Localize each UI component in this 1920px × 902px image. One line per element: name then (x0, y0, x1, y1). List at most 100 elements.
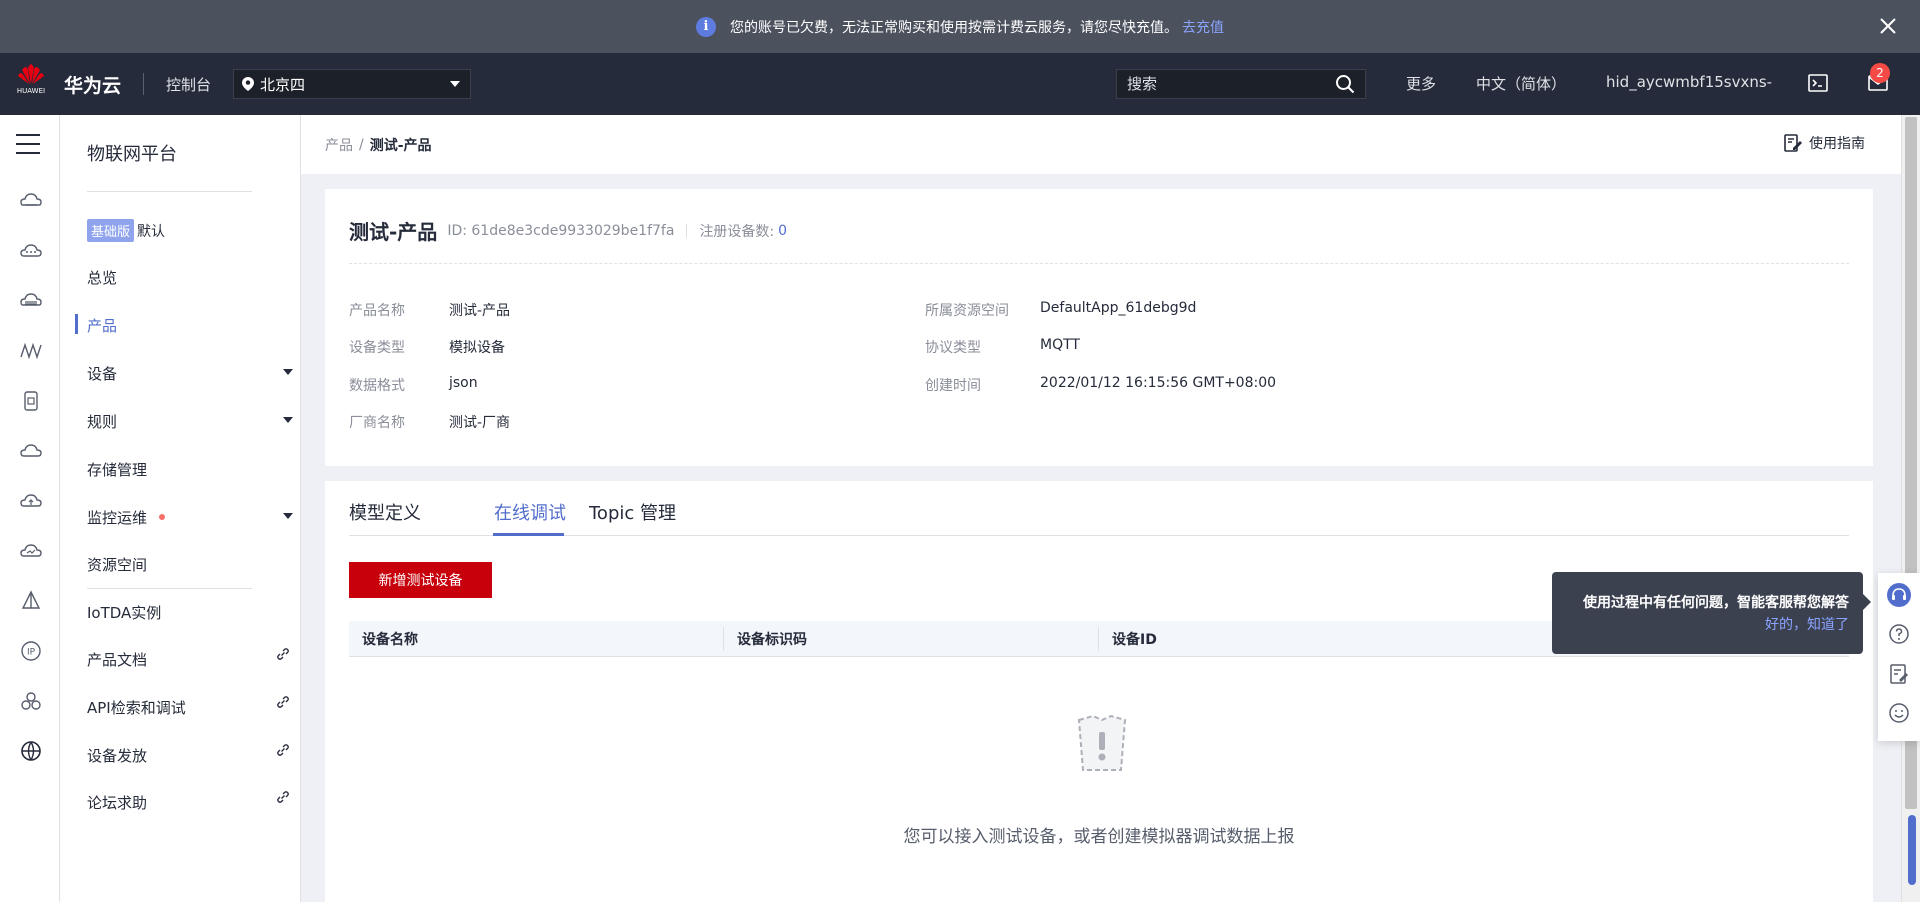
tab-model-definition[interactable]: 模型定义 (349, 499, 421, 525)
field-created-time: 创建时间 2022/01/12 16:15:56 GMT+08:00 (925, 375, 1276, 395)
scroll-indicator[interactable] (1908, 815, 1916, 885)
sidebar-item-iotda-instance[interactable]: IoTDA实例 (87, 601, 287, 623)
brand-name[interactable]: 华为云 (64, 71, 121, 98)
sidebar-item-label: 规则 (87, 412, 118, 431)
debug-card: 模型定义 在线调试 Topic 管理 新增测试设备 设备名称 设备标识码 设备I… (325, 481, 1873, 902)
field-value: 测试-厂商 (449, 415, 511, 431)
more-menu[interactable]: 更多 (1406, 73, 1436, 94)
device-count[interactable]: 0 (778, 223, 787, 239)
field-label: 设备类型 (349, 340, 405, 356)
cloud-upload-icon[interactable] (19, 489, 43, 513)
product-id: ID: 61de8e3cde9933029be1f7fa (447, 222, 675, 239)
sidebar-item-device-provisioning[interactable]: 设备发放 (87, 744, 289, 766)
field-label: 数据格式 (349, 378, 405, 394)
empty-state-icon (1077, 714, 1127, 771)
search-icon[interactable] (1335, 74, 1355, 94)
recharge-link[interactable]: 去充值 (1182, 17, 1224, 37)
sidebar-item-label: 资源空间 (87, 555, 148, 574)
floating-toolbar (1878, 573, 1920, 741)
sidebar-item-label: 设备发放 (87, 746, 148, 765)
sidebar-item-products[interactable]: 产品 (87, 314, 287, 336)
edition-name: 默认 (137, 223, 166, 240)
cluster-icon[interactable] (19, 689, 43, 713)
breadcrumb: 产品 / 测试-产品 (301, 115, 1901, 174)
column-device-id[interactable]: 设备ID (1112, 629, 1157, 649)
breadcrumb-parent[interactable]: 产品 (325, 135, 353, 155)
feedback-icon[interactable] (1887, 662, 1911, 686)
pyramid-icon[interactable] (19, 589, 43, 613)
console-link[interactable]: 控制台 (166, 74, 211, 95)
empty-state-text: 您可以接入测试设备，或者创建模拟器调试数据上报 (903, 827, 1295, 847)
tooltip-dismiss-link[interactable]: 好的，知道了 (1765, 614, 1849, 634)
hamburger-menu-icon[interactable] (16, 133, 40, 155)
add-test-device-button[interactable]: 新增测试设备 (349, 562, 492, 598)
huawei-logo[interactable]: HUAWEI (14, 62, 48, 106)
guide-label: 使用指南 (1809, 136, 1865, 152)
region-label: 北京四 (260, 75, 306, 94)
cloud-sync-icon[interactable] (19, 439, 43, 463)
tooltip-arrow (1863, 594, 1871, 610)
sidebar-item-overview[interactable]: 总览 (87, 266, 287, 288)
network-icon[interactable] (19, 339, 43, 363)
field-vendor: 厂商名称 测试-厂商 (349, 412, 510, 432)
edition-selector[interactable]: 基础版 默认 (87, 219, 165, 242)
field-value: 测试-产品 (449, 303, 511, 319)
globe-icon[interactable] (19, 739, 43, 763)
tab-active-indicator (493, 533, 564, 536)
satisfaction-icon[interactable] (1887, 701, 1911, 725)
cloud-server-icon[interactable] (19, 189, 43, 213)
sidebar-item-api-explorer[interactable]: API检索和调试 (87, 696, 289, 718)
sidebar-item-label: 监控运维 (87, 508, 148, 527)
region-selector[interactable]: 北京四 (233, 69, 472, 99)
column-device-name[interactable]: 设备名称 (362, 629, 418, 649)
storage-icon[interactable] (19, 289, 43, 313)
sidebar-item-label: IoTDA实例 (87, 603, 162, 622)
column-divider (1098, 627, 1099, 651)
column-device-identifier[interactable]: 设备标识码 (737, 629, 807, 649)
customer-service-icon[interactable] (1887, 583, 1911, 607)
cloud-icon[interactable] (19, 239, 43, 263)
field-value: MQTT (1040, 337, 1080, 353)
column-divider (723, 627, 724, 651)
tab-topic-management[interactable]: Topic 管理 (589, 499, 676, 525)
sidebar-item-label: API检索和调试 (87, 698, 186, 717)
tab-online-debug[interactable]: 在线调试 (494, 499, 566, 525)
sidebar-item-label: 论坛求助 (87, 793, 148, 812)
sidebar-item-resource-space[interactable]: 资源空间 (87, 553, 287, 575)
field-resource-space: 所属资源空间 DefaultApp_61debg9d (925, 300, 1196, 320)
notification-dot (159, 514, 166, 520)
sidebar-item-devices[interactable]: 设备 (87, 362, 293, 384)
search-box[interactable] (1116, 69, 1366, 99)
field-value: DefaultApp_61debg9d (1040, 300, 1197, 316)
language-selector[interactable]: 中文（简体） (1476, 73, 1566, 94)
divider (87, 191, 252, 192)
external-link-icon (277, 696, 289, 708)
sidebar-item-storage[interactable]: 存储管理 (87, 458, 287, 480)
sidebar-item-product-docs[interactable]: 产品文档 (87, 648, 289, 670)
sidebar-title: 物联网平台 (87, 144, 177, 165)
scrollbar[interactable] (1901, 115, 1920, 902)
field-protocol: 协议类型 MQTT (925, 337, 1080, 357)
ip-icon[interactable]: IP (19, 639, 43, 663)
cloud-monitor-icon[interactable] (19, 539, 43, 563)
location-pin-icon (242, 77, 255, 91)
sidebar-item-label: 总览 (87, 268, 118, 287)
chevron-down-icon (283, 513, 293, 519)
field-value: 2022/01/12 16:15:56 GMT+08:00 (1040, 375, 1277, 391)
field-device-type: 设备类型 模拟设备 (349, 337, 505, 357)
sidebar-item-monitoring[interactable]: 监控运维 (87, 506, 293, 528)
terminal-icon[interactable] (1806, 71, 1830, 95)
device-icon[interactable] (19, 389, 43, 413)
active-indicator (75, 314, 78, 334)
product-title: 测试-产品 (349, 220, 438, 244)
search-input[interactable] (1127, 75, 1335, 93)
sidebar-item-forum[interactable]: 论坛求助 (87, 791, 289, 813)
user-guide-link[interactable]: 使用指南 (1783, 133, 1865, 153)
sidebar-item-rules[interactable]: 规则 (87, 410, 293, 432)
close-icon[interactable] (1876, 14, 1900, 38)
user-account[interactable]: hid_aycwmbf15svxns- (1606, 73, 1772, 91)
external-link-icon (277, 744, 289, 756)
help-icon[interactable] (1887, 622, 1911, 646)
divider (349, 263, 1849, 264)
product-info-card: 测试-产品 ID: 61de8e3cde9933029be1f7fa 注册设备数… (325, 189, 1873, 466)
